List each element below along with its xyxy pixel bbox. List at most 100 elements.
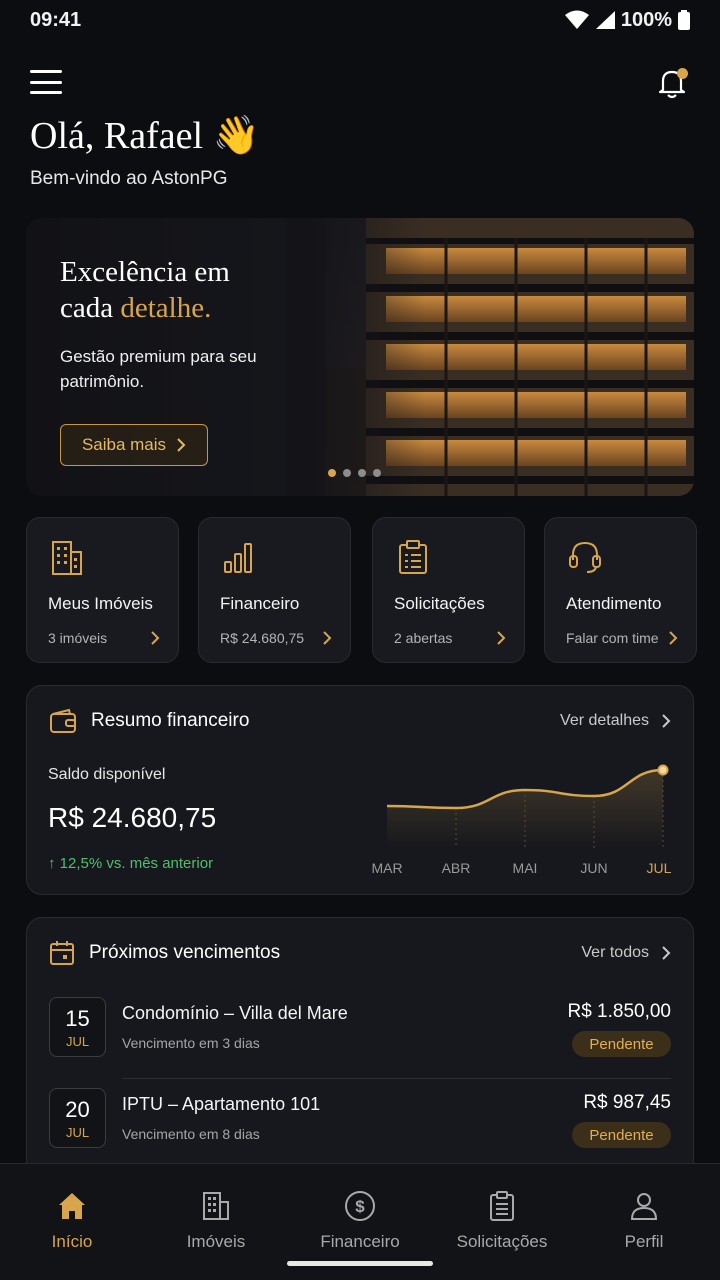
balance-change: ↑ 12,5% vs. mês anterior <box>48 855 214 872</box>
carousel-dot[interactable] <box>373 469 381 477</box>
hero-title: Excelência em cada detalhe. <box>60 256 230 324</box>
chevron-right-icon <box>662 714 671 728</box>
balance-value: R$ 24.680,75 <box>48 802 217 833</box>
view-all-link[interactable]: Ver todos <box>581 944 671 962</box>
status-badge: Pendente <box>572 1122 671 1148</box>
chevron-right-icon <box>497 631 506 645</box>
due-name: Condomínio – Villa del Mare <box>122 1003 348 1023</box>
nav-label: Perfil <box>624 1232 664 1251</box>
hero-subtitle: Gestão premium para seu patrimônio. <box>60 347 257 391</box>
chevron-right-icon <box>177 438 186 452</box>
divider <box>122 1078 671 1079</box>
building-icon <box>203 1192 229 1220</box>
top-bar <box>30 60 690 104</box>
notifications-button[interactable] <box>654 64 690 100</box>
wallet-icon <box>50 708 76 733</box>
battery-icon <box>678 10 690 30</box>
building-icon <box>52 541 82 575</box>
due-item[interactable]: 20 JUL IPTU – Apartamento 101 Vencimento… <box>49 1088 671 1158</box>
financial-summary-title: Resumo financeiro <box>91 710 250 731</box>
nav-label: Solicitações <box>456 1232 548 1251</box>
carousel-dot-active[interactable] <box>328 469 336 477</box>
due-amount: R$ 1.850,00 <box>567 1001 671 1022</box>
financial-summary-card: Resumo financeiro Ver detalhes Saldo dis… <box>26 685 694 895</box>
chart-x-tick: MAI <box>513 860 538 876</box>
carousel-dot[interactable] <box>343 469 351 477</box>
quick-action-properties[interactable]: Meus Imóveis 3 imóveis <box>26 517 179 663</box>
learn-more-button[interactable]: Saiba mais <box>60 424 208 466</box>
due-item[interactable]: 15 JUL Condomínio – Villa del Mare Venci… <box>49 997 671 1079</box>
nav-item-home[interactable]: Início <box>0 1190 144 1252</box>
svg-text:$: $ <box>355 1197 365 1216</box>
quick-action-title: Solicitações <box>394 594 485 613</box>
menu-icon[interactable] <box>30 70 62 94</box>
financial-summary-header: Resumo financeiro Ver detalhes <box>49 706 671 736</box>
nav-label: Imóveis <box>186 1232 246 1251</box>
chart-x-tick: MAR <box>371 860 402 876</box>
chevron-right-icon <box>323 631 332 645</box>
due-month: JUL <box>65 1125 90 1140</box>
status-badge: Pendente <box>572 1031 671 1057</box>
chart-x-tick: JUN <box>580 860 607 876</box>
calendar-icon <box>50 941 74 965</box>
quick-action-title: Financeiro <box>220 594 300 613</box>
battery-percent: 100% <box>620 8 672 31</box>
quick-action-subtitle: 3 imóveis <box>48 630 108 646</box>
quick-action-title: Atendimento <box>566 594 662 613</box>
due-subtitle: Vencimento em 8 dias <box>122 1126 260 1142</box>
quick-action-support[interactable]: Atendimento Falar com time <box>544 517 697 663</box>
due-name: IPTU – Apartamento 101 <box>122 1094 321 1114</box>
clipboard-icon <box>490 1191 514 1221</box>
quick-action-financial[interactable]: Financeiro R$ 24.680,75 <box>198 517 351 663</box>
chart-x-tick: ABR <box>442 860 471 876</box>
upcoming-dues-card: Próximos vencimentos Ver todos 15 JUL Co… <box>26 917 694 1177</box>
status-icons: 100% <box>564 8 690 32</box>
status-bar: 09:41 100% <box>0 0 720 40</box>
clipboard-icon <box>399 540 427 574</box>
due-month: JUL <box>65 1034 90 1049</box>
nav-item-requests[interactable]: Solicitações <box>430 1190 574 1252</box>
welcome-text: Bem-vindo ao AstonPG <box>30 168 228 189</box>
wifi-icon <box>564 10 589 29</box>
nav-item-profile[interactable]: Perfil <box>572 1190 716 1252</box>
upcoming-dues-title: Próximos vencimentos <box>89 942 281 963</box>
quick-action-requests[interactable]: Solicitações 2 abertas <box>372 517 525 663</box>
dollar-circle-icon: $ <box>345 1191 375 1221</box>
notification-badge <box>677 68 688 79</box>
due-amount: R$ 987,45 <box>583 1092 671 1113</box>
learn-more-label: Saiba mais <box>81 435 167 454</box>
signal-icon <box>595 11 615 29</box>
quick-action-subtitle: Falar com time <box>566 630 659 646</box>
quick-action-subtitle: R$ 24.680,75 <box>220 630 305 646</box>
due-day: 20 <box>65 1097 90 1122</box>
chevron-right-icon <box>662 946 671 960</box>
due-date-badge: 15 JUL <box>49 997 106 1057</box>
quick-action-subtitle: 2 abertas <box>394 630 453 646</box>
balance-line-chart: MAR ABR MAI JUN JUL <box>371 764 672 876</box>
nav-label: Financeiro <box>320 1232 400 1251</box>
due-subtitle: Vencimento em 3 dias <box>122 1035 260 1051</box>
quick-action-title: Meus Imóveis <box>48 594 153 613</box>
chevron-right-icon <box>151 631 160 645</box>
nav-label: Início <box>51 1232 93 1251</box>
bar-chart-icon <box>224 543 252 573</box>
nav-item-properties[interactable]: Imóveis <box>144 1190 288 1252</box>
due-day: 15 <box>65 1006 90 1031</box>
view-details-link[interactable]: Ver detalhes <box>560 712 671 730</box>
chart-point-last <box>657 764 669 776</box>
home-icon <box>59 1193 85 1219</box>
balance-label: Saldo disponível <box>48 766 166 783</box>
upcoming-dues-header: Próximos vencimentos Ver todos <box>49 938 671 968</box>
due-date-badge: 20 JUL <box>49 1088 106 1148</box>
headset-icon <box>569 541 601 573</box>
home-indicator <box>287 1261 433 1266</box>
chart-x-tick: JUL <box>647 860 672 876</box>
greeting-title: Olá, Rafael 👋 <box>30 115 260 157</box>
status-time: 09:41 <box>30 8 82 31</box>
carousel-indicator <box>328 469 381 477</box>
user-icon <box>630 1193 658 1220</box>
carousel-dot[interactable] <box>358 469 366 477</box>
nav-item-financial[interactable]: $ Financeiro <box>288 1190 432 1252</box>
chevron-right-icon <box>669 631 678 645</box>
hero-banner[interactable]: Excelência em cada detalhe. Gestão premiu… <box>26 218 694 496</box>
